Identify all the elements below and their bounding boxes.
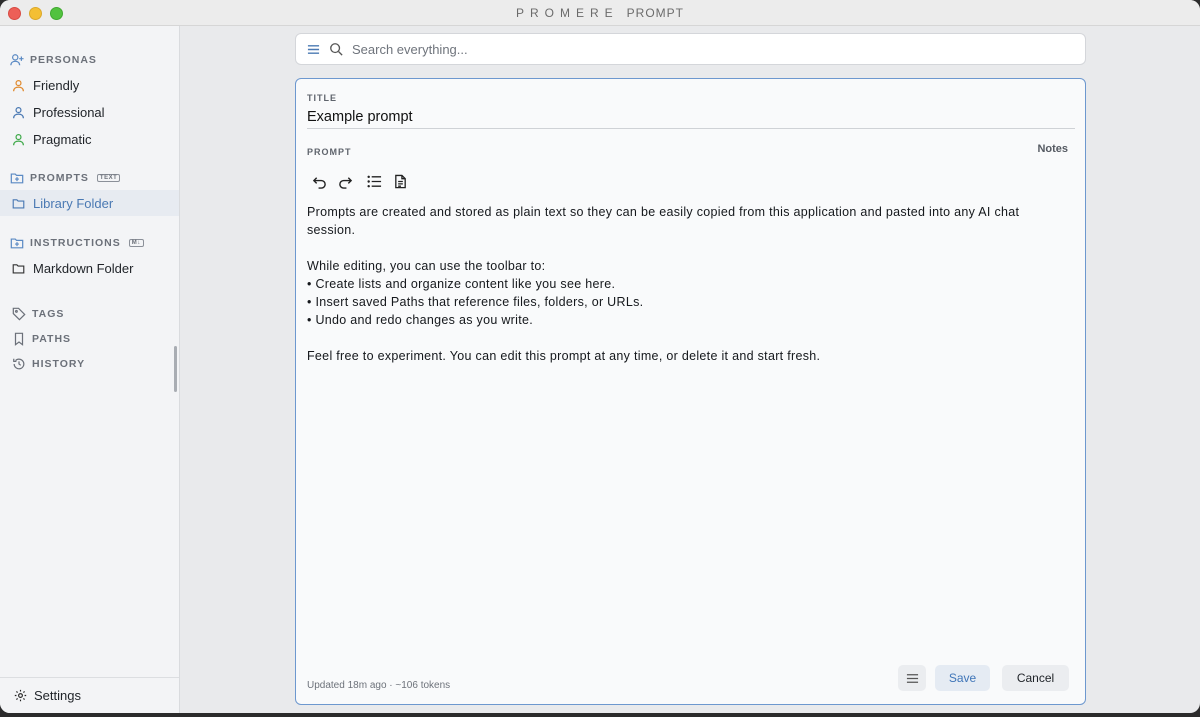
sidebar-footer: Settings	[0, 677, 179, 713]
history-icon	[13, 358, 25, 370]
editor-toolbar	[311, 173, 409, 190]
cancel-button[interactable]: Cancel	[1002, 665, 1069, 691]
redo-icon	[339, 177, 353, 189]
updated-token-status: Updated 18m ago · ~106 tokens	[307, 680, 451, 691]
body-line: • Undo and redo changes as you write.	[307, 313, 534, 327]
app-window: PROMERE PROMPT PERSONAS Friendly Professi…	[0, 0, 1200, 713]
add-folder-icon	[10, 238, 24, 249]
search-bar	[295, 33, 1086, 65]
sidebar-item-label: Pragmatic	[33, 131, 92, 147]
gear-icon	[14, 689, 27, 702]
person-icon	[13, 133, 24, 145]
redo-button[interactable]	[337, 173, 354, 190]
menu-icon[interactable]	[307, 43, 320, 56]
prompt-body-textarea[interactable]: Prompts are created and stored as plain …	[307, 203, 1067, 365]
app-subtitle: PROMPT	[626, 6, 685, 20]
sidebar-item-friendly[interactable]: Friendly	[0, 72, 179, 98]
title-field[interactable]: Example prompt	[307, 109, 413, 125]
tags-heading[interactable]: TAGS	[12, 307, 64, 321]
person-icon	[13, 79, 24, 91]
search-input[interactable]	[352, 41, 1052, 57]
title-label: TITLE	[307, 93, 337, 103]
save-button[interactable]: Save	[935, 665, 990, 691]
app-brand: PROMERE	[515, 6, 619, 20]
settings-label: Settings	[34, 688, 81, 703]
body-line	[307, 329, 1067, 347]
title-divider	[307, 128, 1075, 129]
text-format-badge: TEXT	[96, 174, 121, 182]
tag-icon	[12, 307, 26, 321]
add-person-icon	[10, 54, 24, 66]
paths-heading-label: PATHS	[32, 333, 72, 345]
prompt-editor: TITLE Example prompt PROMPT Notes Prompt…	[295, 78, 1086, 705]
personas-heading-label: PERSONAS	[30, 54, 97, 66]
prompt-label: PROMPT	[307, 147, 352, 157]
sidebar-scrollbar[interactable]	[174, 346, 177, 392]
person-icon	[13, 106, 24, 118]
sidebar-item-professional[interactable]: Professional	[0, 99, 179, 125]
paths-heading[interactable]: PATHS	[12, 332, 71, 346]
sidebar-item-markdown-folder[interactable]: Markdown Folder	[0, 255, 179, 281]
bullet-list-icon	[367, 175, 382, 188]
settings-button[interactable]: Settings	[14, 688, 81, 703]
folder-icon	[12, 198, 25, 209]
sidebar-item-label: Library Folder	[33, 195, 114, 211]
instructions-heading[interactable]: INSTRUCTIONS M↓	[10, 236, 144, 250]
body-line: • Insert saved Paths that reference file…	[307, 295, 644, 309]
tags-heading-label: TAGS	[32, 308, 65, 320]
notes-tab[interactable]: Notes	[1037, 143, 1068, 155]
app-title: PROMERE PROMPT	[0, 6, 1200, 20]
title-bar: PROMERE PROMPT	[0, 0, 1200, 26]
prompts-heading[interactable]: PROMPTS TEXT	[10, 171, 121, 185]
insert-path-button[interactable]	[392, 173, 409, 190]
folder-icon	[12, 263, 25, 274]
markdown-format-badge: M↓	[128, 239, 144, 247]
personas-heading[interactable]: PERSONAS	[10, 53, 97, 67]
body-line: • Create lists and organize content like…	[307, 277, 616, 291]
body-line: While editing, you can use the toolbar t…	[307, 259, 546, 273]
prompts-heading-label: PROMPTS	[30, 172, 89, 184]
sidebar-item-library-folder[interactable]: Library Folder	[0, 190, 179, 216]
document-icon	[395, 174, 406, 189]
sidebar-item-label: Markdown Folder	[33, 260, 134, 276]
body-line: Feel free to experiment. You can edit th…	[307, 349, 821, 363]
search-icon	[330, 43, 343, 56]
add-folder-icon	[10, 173, 24, 184]
more-options-button[interactable]	[898, 665, 926, 691]
undo-icon	[312, 177, 326, 189]
undo-button[interactable]	[311, 173, 328, 190]
instructions-heading-label: INSTRUCTIONS	[30, 237, 121, 249]
history-heading[interactable]: HISTORY	[12, 357, 85, 371]
body-line: Prompts are created and stored as plain …	[307, 205, 1020, 237]
menu-icon	[906, 673, 918, 683]
bookmark-icon	[14, 332, 24, 346]
history-heading-label: HISTORY	[32, 358, 86, 370]
sidebar: PERSONAS Friendly Professional Pragmatic…	[0, 26, 180, 713]
sidebar-item-label: Professional	[33, 104, 105, 120]
sidebar-item-label: Friendly	[33, 77, 80, 93]
bullet-list-button[interactable]	[366, 173, 383, 190]
sidebar-item-pragmatic[interactable]: Pragmatic	[0, 126, 179, 152]
body-line	[307, 239, 1067, 257]
